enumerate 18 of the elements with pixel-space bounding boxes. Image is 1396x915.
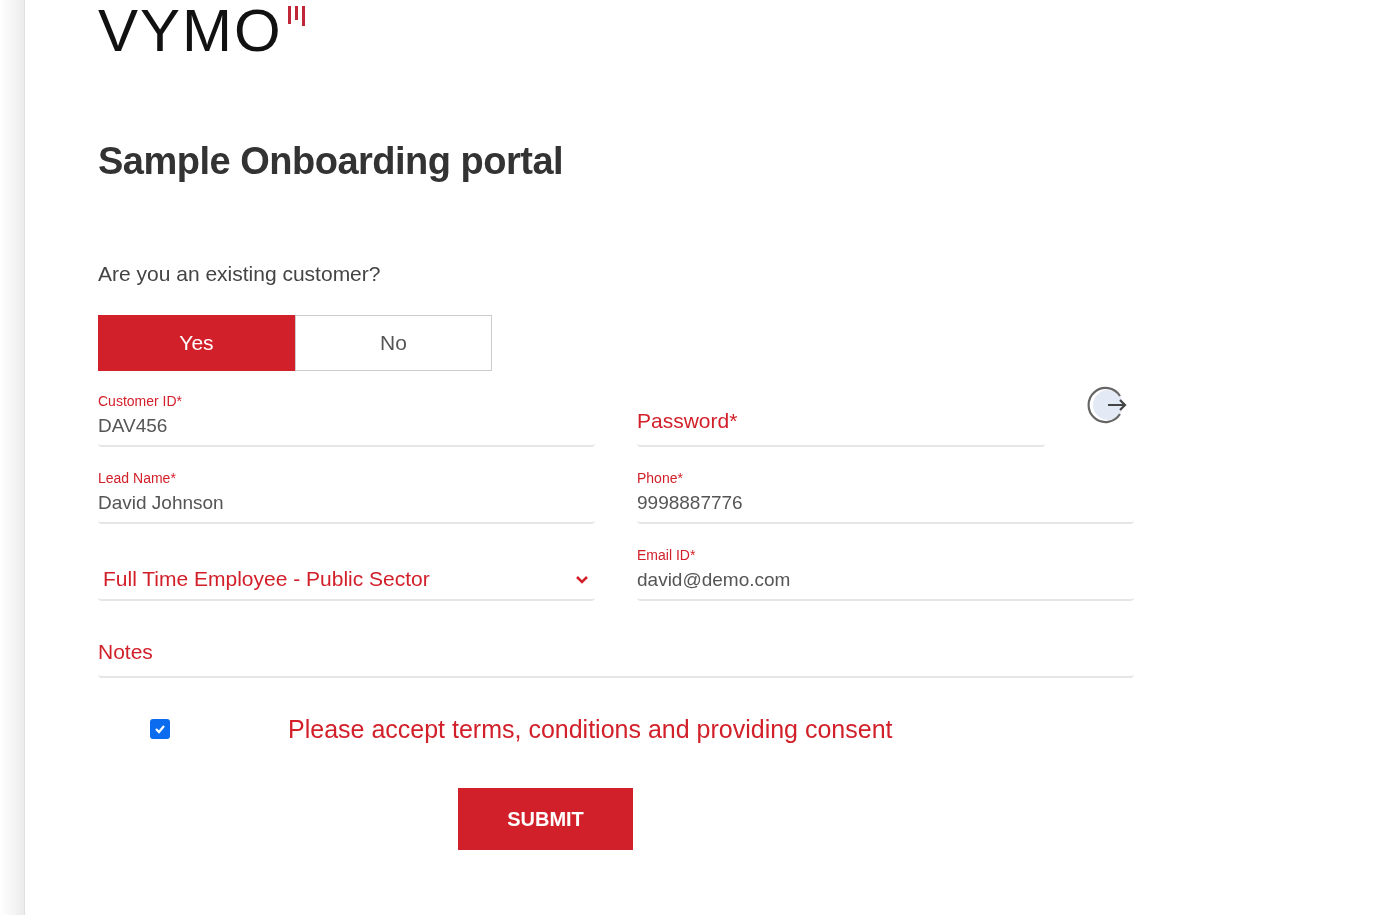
input-field[interactable]: Phone* 9998887776 bbox=[637, 460, 1134, 524]
consent-text: Please accept terms, conditions and providing consent bbox=[288, 714, 893, 744]
choice-button[interactable]: No bbox=[295, 315, 492, 371]
input-field[interactable]: Email ID* david@demo.com bbox=[637, 537, 1134, 601]
consent-checkbox[interactable] bbox=[150, 719, 170, 739]
logo-bars-icon bbox=[286, 6, 307, 28]
chevron-down-icon bbox=[575, 575, 589, 585]
page-title: Sample Onboarding portal bbox=[98, 139, 565, 184]
logo-text: VYMO bbox=[98, 2, 283, 60]
input-field[interactable]: Notes bbox=[98, 614, 1134, 678]
question-text: Are you an existing customer? bbox=[98, 262, 382, 286]
input-field[interactable]: Password* bbox=[637, 383, 1045, 447]
choice-button[interactable]: Yes bbox=[98, 315, 295, 371]
input-field[interactable]: Customer ID* DAV456 bbox=[98, 383, 595, 447]
login-arrow-icon[interactable] bbox=[1087, 384, 1129, 426]
input-field[interactable]: Lead Name* David Johnson bbox=[98, 460, 595, 524]
submit-button[interactable]: SUBMIT bbox=[458, 788, 633, 850]
dropdown-field[interactable]: Full Time Employee - Public Sector bbox=[98, 537, 595, 601]
